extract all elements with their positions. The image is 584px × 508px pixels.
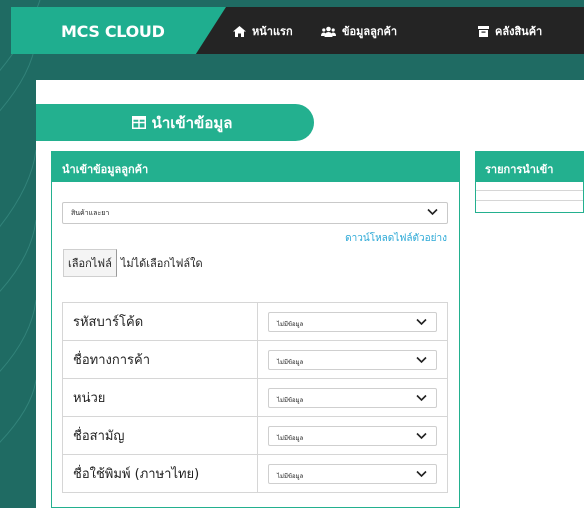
import-list-card: รายการนำเข้า bbox=[475, 151, 584, 213]
field-mapping-value: ไม่มีข้อมูล bbox=[277, 434, 304, 442]
chevron-down-icon bbox=[416, 432, 427, 439]
import-list-card-title: รายการนำเข้า bbox=[476, 152, 583, 182]
divider bbox=[476, 200, 583, 201]
field-label: ชื่อใช้พิมพ์ (ภาษาไทย) bbox=[62, 454, 258, 493]
chevron-down-icon bbox=[427, 208, 438, 216]
chevron-down-icon bbox=[416, 394, 427, 401]
field-mapping-select[interactable]: ไม่มีข้อมูล bbox=[268, 387, 437, 408]
table-row: รหัสบาร์โค้ด ไม่มีข้อมูล bbox=[62, 302, 448, 341]
field-mapping-select[interactable]: ไม่มีข้อมูล bbox=[268, 349, 437, 370]
users-icon bbox=[321, 26, 336, 37]
field-mapping-select[interactable]: ไม่มีข้อมูล bbox=[268, 463, 437, 484]
nav-item-warehouse-label: คลังสินค้า bbox=[495, 25, 543, 38]
field-mapping-select[interactable]: ไม่มีข้อมูล bbox=[268, 425, 437, 446]
table-row: หน่วย ไม่มีข้อมูล bbox=[62, 378, 448, 417]
table-row: ชื่อใช้พิมพ์ (ภาษาไทย) ไม่มีข้อมูล bbox=[62, 454, 448, 493]
nav-item-home-label: หน้าแรก bbox=[252, 25, 293, 38]
file-status-text: ไม่ได้เลือกไฟล์ใด bbox=[120, 257, 203, 270]
download-sample-link[interactable]: ดาวน์โหลดไฟล์ตัวอย่าง bbox=[345, 231, 447, 246]
nav-item-home[interactable]: หน้าแรก bbox=[233, 22, 293, 40]
top-navigation-bar: MCS CLOUD หน้าแรก ข้อมูลลูกค้า คลังสินค้… bbox=[11, 7, 584, 54]
table-row: ชื่อสามัญ ไม่มีข้อมูล bbox=[62, 416, 448, 455]
brand-logo[interactable]: MCS CLOUD bbox=[11, 7, 226, 54]
chevron-down-icon bbox=[416, 470, 427, 477]
file-picker: เลือกไฟล์ ไม่ได้เลือกไฟล์ใด bbox=[63, 249, 203, 277]
chevron-down-icon bbox=[416, 318, 427, 325]
category-select-value: สินค้าและยา bbox=[71, 209, 110, 217]
field-label: รหัสบาร์โค้ด bbox=[62, 302, 258, 341]
category-select[interactable]: สินค้าและยา bbox=[62, 202, 448, 224]
import-data-banner: นำเข้าข้อมูล bbox=[36, 104, 314, 141]
field-label: หน่วย bbox=[62, 378, 258, 417]
field-mapping-value: ไม่มีข้อมูล bbox=[277, 472, 304, 480]
nav-item-customers[interactable]: ข้อมูลลูกค้า bbox=[321, 22, 397, 40]
field-mapping-value: ไม่มีข้อมูล bbox=[277, 396, 304, 404]
field-mapping-value: ไม่มีข้อมูล bbox=[277, 320, 304, 328]
main-content: นำเข้าข้อมูล นำเข้าข้อมูลลูกค้า สินค้าแล… bbox=[36, 80, 584, 508]
warehouse-icon bbox=[478, 25, 489, 37]
table-icon bbox=[131, 116, 146, 129]
brand-name: MCS CLOUD bbox=[61, 22, 165, 41]
import-customer-card: นำเข้าข้อมูลลูกค้า สินค้าและยา ดาวน์โหลด… bbox=[51, 151, 460, 508]
table-row: ชื่อทางการค้า ไม่มีข้อมูล bbox=[62, 340, 448, 379]
field-label: ชื่อทางการค้า bbox=[62, 340, 258, 379]
field-mapping-table: รหัสบาร์โค้ด ไม่มีข้อมูล ชื่อทางการค้า ไ… bbox=[62, 302, 448, 493]
home-icon bbox=[233, 25, 246, 37]
divider bbox=[476, 190, 583, 191]
chevron-down-icon bbox=[416, 356, 427, 363]
import-data-title: นำเข้าข้อมูล bbox=[151, 113, 233, 132]
field-mapping-value: ไม่มีข้อมูล bbox=[277, 358, 304, 366]
field-label: ชื่อสามัญ bbox=[62, 416, 258, 455]
import-customer-card-title: นำเข้าข้อมูลลูกค้า bbox=[52, 152, 459, 182]
nav-item-customers-label: ข้อมูลลูกค้า bbox=[342, 25, 398, 38]
nav-item-warehouse[interactable]: คลังสินค้า bbox=[478, 22, 542, 40]
choose-file-button[interactable]: เลือกไฟล์ bbox=[63, 249, 117, 277]
field-mapping-select[interactable]: ไม่มีข้อมูล bbox=[268, 311, 437, 332]
